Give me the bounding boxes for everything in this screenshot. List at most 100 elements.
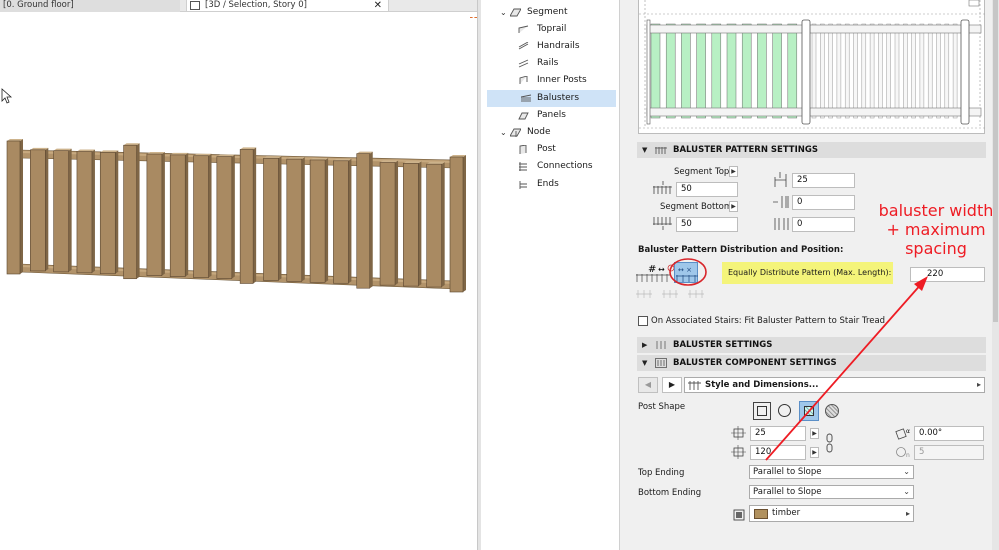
section-title: BALUSTER PATTERN SETTINGS <box>673 145 818 155</box>
fence-baluster-top <box>193 153 212 156</box>
pattern-offset-input[interactable]: 25 <box>792 173 855 188</box>
preview-baluster-repeat <box>853 23 858 119</box>
fence-baluster <box>333 160 349 284</box>
top-ending-dropdown[interactable]: Parallel to Slope ⌄ <box>749 465 914 479</box>
tree-item-node[interactable]: ⌄ Node <box>482 124 616 141</box>
segment-top-input[interactable]: 50 <box>676 182 738 197</box>
tree-item-handrails[interactable]: Handrails <box>482 38 616 55</box>
preview-baluster-repeat <box>844 23 850 119</box>
material-dropdown[interactable]: timber ▸ <box>749 505 914 522</box>
tree-item-rails[interactable]: Rails <box>482 55 616 72</box>
3d-viewport[interactable] <box>0 12 477 550</box>
tree-item-panels[interactable]: Panels <box>482 107 616 124</box>
tree-item-balusters[interactable]: Balusters <box>487 90 616 107</box>
preview-baluster-repeat <box>894 23 900 119</box>
tree-item-label: Toprail <box>537 24 567 34</box>
segment-top-menu-button[interactable]: ▶ <box>729 166 738 177</box>
tree-item-connections[interactable]: Connections <box>482 158 616 175</box>
fence-baluster <box>309 159 326 283</box>
tree-item-segment[interactable]: ⌄ Segment <box>482 4 616 21</box>
red-circle-annotation <box>669 258 707 286</box>
fence-baluster-top <box>426 162 445 165</box>
tree-item-post[interactable]: Post <box>482 141 616 158</box>
tree-item-inner-posts[interactable]: Inner Posts <box>482 72 616 89</box>
toprail-icon <box>518 25 529 33</box>
segment-bottom-menu-button[interactable]: ▶ <box>729 201 738 212</box>
segment-bottom-input[interactable]: 50 <box>676 217 738 232</box>
ends-icon <box>519 181 527 189</box>
baluster-spacing-icon <box>773 196 789 208</box>
post-shape-label: Post Shape <box>638 402 686 412</box>
preview-post <box>646 19 651 125</box>
fence-baluster <box>76 151 93 274</box>
fence-post-side <box>463 155 466 292</box>
segment-top-label: Segment Top <box>674 167 730 177</box>
tab-ground-floor[interactable]: [0. Ground floor] <box>0 0 180 12</box>
fence-baluster <box>99 152 116 275</box>
fence-baluster <box>30 149 46 272</box>
preview-top-rail <box>646 24 982 34</box>
preview-baluster-active <box>741 23 752 119</box>
fence-baluster-side <box>278 156 282 281</box>
annotation-line-1: baluster width <box>878 201 994 220</box>
close-tab-button[interactable]: ✕ <box>374 0 382 11</box>
fence-baluster <box>146 153 163 276</box>
fence-baluster-side <box>161 152 165 276</box>
annotation-line-3: spacing <box>905 239 967 258</box>
preview-baluster-repeat <box>861 23 867 119</box>
tree-item-toprail[interactable]: Toprail <box>482 21 616 38</box>
preview-baluster-repeat <box>927 23 933 119</box>
chevron-down-icon: ⌄ <box>903 467 910 476</box>
post-icon <box>519 145 527 154</box>
fence-baluster <box>379 162 396 286</box>
tree-item-label: Inner Posts <box>537 75 587 85</box>
highlighted-pattern <box>650 23 798 119</box>
settings-tree: ⌄ Segment Toprail Handrails Rails Inner Posts… <box>482 0 619 550</box>
chevron-right-icon: ▸ <box>905 509 910 518</box>
preview-baluster-repeat <box>903 23 908 119</box>
fence-post <box>123 144 137 280</box>
baluster-gap-input[interactable]: 0 <box>792 217 855 232</box>
tree-item-label: Handrails <box>537 41 580 51</box>
material-override-icon <box>733 509 745 521</box>
pattern-position-icons <box>636 290 704 298</box>
section-title: BALUSTER SETTINGS <box>673 340 773 350</box>
section-baluster-pattern-settings[interactable]: ▼ BALUSTER PATTERN SETTINGS <box>637 142 986 158</box>
fence-baluster-side <box>301 157 305 282</box>
baluster-spacing-input[interactable]: 0 <box>792 195 855 210</box>
annotation-line-2: + maximum <box>886 220 986 239</box>
panel-scrollbar-thumb[interactable] <box>993 0 998 322</box>
fence-baluster-side <box>418 161 422 287</box>
fence-post <box>239 149 254 284</box>
tree-item-ends[interactable]: Ends <box>482 176 616 193</box>
fence-baluster-side <box>68 148 72 272</box>
expand-arrow-icon: ▶ <box>642 341 648 349</box>
preview-baluster-repeat <box>869 23 875 119</box>
expand-arrow-icon[interactable]: ⌄ <box>500 124 509 141</box>
expand-arrow-icon[interactable]: ⌄ <box>500 4 509 21</box>
fence-baluster <box>169 154 186 277</box>
preview-baluster-active <box>711 23 722 119</box>
segment-bottom-label: Segment Bottom <box>660 202 733 212</box>
preview-baluster-active <box>650 23 661 119</box>
handrails-icon <box>518 42 529 50</box>
splitter[interactable] <box>477 0 481 550</box>
width-icon <box>731 426 746 440</box>
fence-baluster-side <box>395 160 399 286</box>
tab-3d-selection[interactable]: [3D / Selection, Story 0] ✕ <box>186 0 389 12</box>
preview-baluster-repeat <box>878 23 883 119</box>
fit-stair-tread-checkbox[interactable] <box>638 316 648 326</box>
tree-item-label: Balusters <box>537 93 580 103</box>
previous-component-button[interactable]: ◀ <box>638 377 658 393</box>
inner-posts-icon <box>519 76 528 84</box>
fence-post-side <box>20 139 23 274</box>
mouse-cursor-icon <box>1 88 13 104</box>
preview-baluster-repeat <box>836 23 842 119</box>
style-icon <box>688 381 701 390</box>
rails-icon <box>518 59 529 68</box>
fence-baluster-top <box>170 152 189 155</box>
preview-baluster-repeat <box>828 23 833 119</box>
next-component-button[interactable]: ▶ <box>662 377 682 393</box>
bottom-ending-dropdown[interactable]: Parallel to Slope ⌄ <box>749 485 914 499</box>
pattern-offset-icon <box>774 172 787 187</box>
